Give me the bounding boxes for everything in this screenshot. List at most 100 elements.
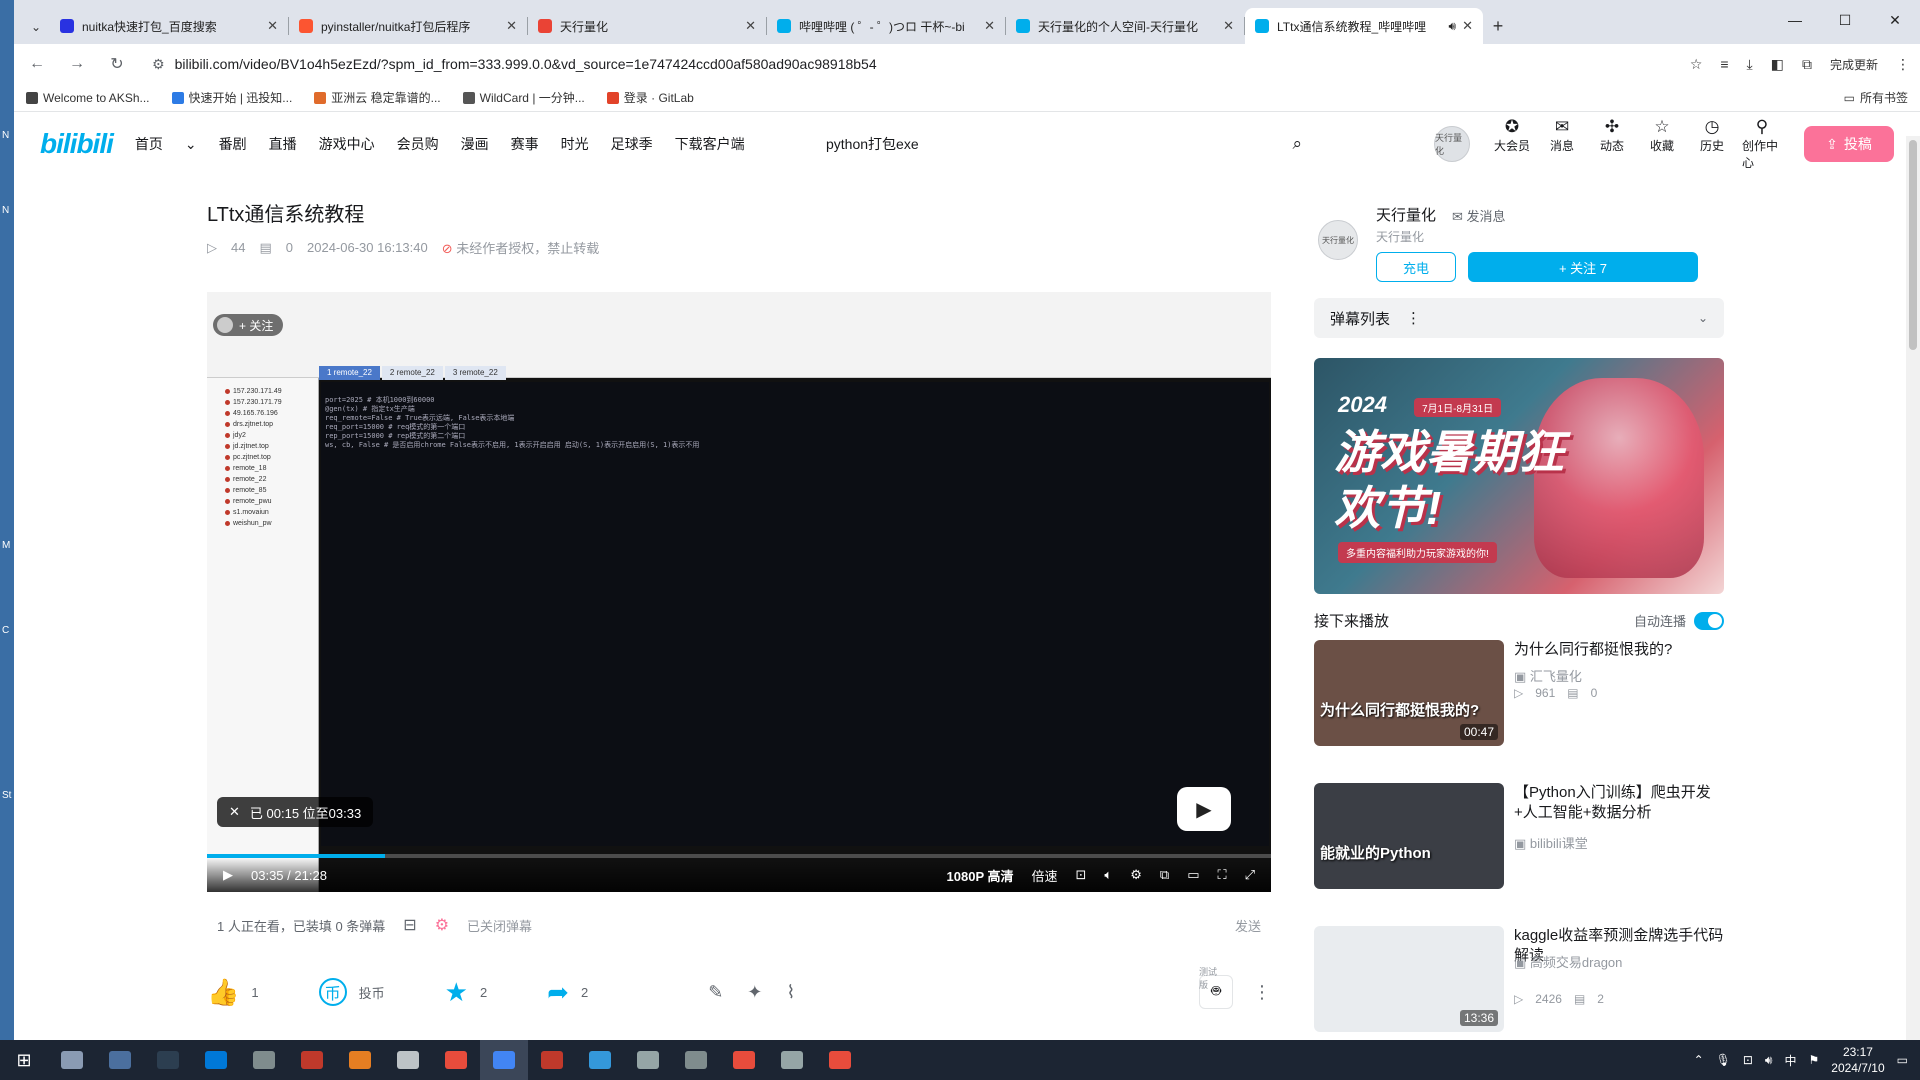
taskbar-app-icon[interactable] <box>768 1040 816 1080</box>
avatar[interactable]: 天行量化 <box>1434 126 1470 162</box>
tab-close-icon[interactable]: ✕ <box>984 18 995 34</box>
quality-button[interactable]: 1080P 高清 <box>947 866 1014 885</box>
video-thumbnail[interactable]: 能就业的Python <box>1314 783 1504 889</box>
forward-icon[interactable]: → <box>64 51 90 77</box>
danmaku-list-header[interactable]: 弹幕列表 ⋮ ⌄ <box>1314 298 1724 338</box>
sidepanel-icon[interactable]: ◧ <box>1771 56 1784 73</box>
bookmark-item[interactable]: 亚洲云 稳定靠谱的... <box>314 89 441 106</box>
tab-close-icon[interactable]: ✕ <box>506 18 517 34</box>
audio-icon[interactable]: 🔊︎ <box>1449 19 1457 34</box>
fullscreen-icon[interactable]: ⤢ <box>1245 867 1255 883</box>
all-bookmarks-button[interactable]: ▭ 所有书签 <box>1844 89 1908 106</box>
video-thumbnail[interactable]: 13:36 <box>1314 926 1504 1032</box>
send-message-link[interactable]: ✉ 发消息 <box>1452 206 1506 225</box>
chevron-down-icon[interactable]: ⌄ <box>1698 311 1708 325</box>
nav-item[interactable]: 首页 <box>135 134 163 154</box>
uploader-avatar[interactable]: 天行量化 <box>1318 220 1358 260</box>
page-scrollbar[interactable] <box>1906 136 1920 1040</box>
report-icon[interactable]: ⌇ <box>786 982 795 1003</box>
minimize-icon[interactable]: — <box>1770 0 1820 40</box>
collect-button[interactable]: ★ 2 <box>445 977 488 1008</box>
tab-close-icon[interactable]: ✕ <box>1223 18 1234 34</box>
site-info-icon[interactable]: ⚙ <box>152 56 165 73</box>
tray-expand-icon[interactable]: ⌃ <box>1694 1053 1704 1067</box>
nav-item[interactable]: 赛事 <box>511 134 539 154</box>
player-follow-chip[interactable]: + 关注 <box>213 314 284 336</box>
video-author[interactable]: ▣ 高频交易dragon <box>1514 952 1622 971</box>
taskbar-app-icon[interactable] <box>720 1040 768 1080</box>
volume-tray-icon[interactable]: 🔊︎ <box>1765 1053 1773 1068</box>
notification-center-icon[interactable]: ▭ <box>1897 1053 1908 1067</box>
windows-start-icon[interactable]: ⊞ <box>0 1040 48 1080</box>
clock[interactable]: 23:17 2024/7/10 <box>1831 1044 1884 1076</box>
notification-app-icon[interactable]: ⚑ <box>1809 1053 1820 1067</box>
bookmark-item[interactable]: WildCard | 一分钟... <box>462 89 585 106</box>
taskbar-app-icon[interactable] <box>528 1040 576 1080</box>
tab-search-button[interactable]: ⌄ <box>22 10 50 44</box>
upload-button[interactable]: ⇪ 投稿 <box>1804 126 1894 162</box>
share-button[interactable]: ➦ 2 <box>547 977 588 1008</box>
uploader-name[interactable]: 天行量化 <box>1376 204 1436 225</box>
pin-icon[interactable]: ✦ <box>747 982 762 1003</box>
taskbar-app-icon[interactable] <box>576 1040 624 1080</box>
nav-item[interactable]: 会员购 <box>397 134 439 154</box>
bookmark-star-icon[interactable]: ☆ <box>1690 56 1703 73</box>
url-field[interactable]: ⚙ bilibili.com/video/BV1o4h5ezEzd/?spm_i… <box>144 48 1676 80</box>
bilibili-logo[interactable]: bilibili <box>40 128 114 160</box>
volume-icon[interactable]: 🔈︎ <box>1104 867 1112 883</box>
tab-close-icon[interactable]: ✕ <box>1462 18 1473 34</box>
play-icon[interactable]: ▶ <box>223 867 233 883</box>
profile-update-button[interactable]: 完成更新 <box>1830 56 1878 73</box>
subtitle-icon[interactable]: ⊡ <box>1076 867 1087 883</box>
nav-item[interactable]: 番剧 <box>219 134 247 154</box>
taskbar-app-icon[interactable] <box>432 1040 480 1080</box>
taskbar-app-icon[interactable] <box>144 1040 192 1080</box>
bookmark-item[interactable]: Welcome to AKSh... <box>26 89 150 106</box>
browser-tab[interactable]: 天行量化 ✕ <box>528 8 766 44</box>
taskbar-app-icon[interactable] <box>192 1040 240 1080</box>
recommended-video[interactable]: 13:36 kaggle收益率预测金牌选手代码解读 ▣ 高频交易dragon ▷ 242… <box>1314 926 1734 1032</box>
browser-tab[interactable]: pyinstaller/nuitka打包后程序 ✕ <box>289 8 527 44</box>
danmaku-toggle-icon[interactable]: ⊟ <box>403 915 416 935</box>
reload-icon[interactable]: ↻ <box>104 51 130 77</box>
header-item-creator[interactable]: ⚲ 创作中心 <box>1742 117 1782 171</box>
follow-button[interactable]: + 关注 7 <box>1468 252 1698 282</box>
new-tab-button[interactable]: + <box>1483 8 1513 44</box>
danmaku-list-menu-icon[interactable]: ⋮ <box>1406 309 1421 327</box>
nav-item[interactable]: 下载客户端 <box>675 134 745 154</box>
recommended-video[interactable]: 为什么同行都挺恨我的? 00:47 为什么同行都挺恨我的? ▣ 汇飞量化 ▷ 961 ▤ 0 <box>1314 640 1734 746</box>
reading-list-icon[interactable]: ≡ <box>1720 56 1728 72</box>
menu-dots-icon[interactable]: ⋮ <box>1896 56 1910 73</box>
taskbar-app-icon[interactable] <box>336 1040 384 1080</box>
browser-tab[interactable]: nuitka快速打包_百度搜索 ✕ <box>50 8 288 44</box>
extensions-icon[interactable]: ⧉ <box>1802 56 1812 73</box>
play-overlay-button[interactable]: ▶ <box>1177 787 1231 831</box>
video-author[interactable]: ▣ bilibili课堂 <box>1514 833 1588 852</box>
search-icon[interactable]: ⌕ <box>1292 134 1302 154</box>
more-icon[interactable]: ⋮ <box>1253 982 1271 1003</box>
video-author[interactable]: ▣ 汇飞量化 <box>1514 666 1582 685</box>
bookmark-item[interactable]: 快速开始 | 迅投知... <box>171 89 292 106</box>
header-item-history[interactable]: ◷ 历史 <box>1692 117 1732 171</box>
taskbar-app-icon[interactable] <box>288 1040 336 1080</box>
nav-item[interactable]: 足球季 <box>611 134 653 154</box>
browser-tab[interactable]: 哔哩哔哩 ( ゜- ゜)つロ 干杯~-bi ✕ <box>767 8 1005 44</box>
recommended-video[interactable]: 能就业的Python 【Python入门训练】爬虫开发+人工智能+数据分析 ▣ bi… <box>1314 783 1734 889</box>
taskbar-app-icon[interactable] <box>672 1040 720 1080</box>
webfullscreen-icon[interactable]: ⛶ <box>1217 867 1226 883</box>
close-toast-icon[interactable]: ✕ <box>229 804 240 820</box>
scroll-thumb[interactable] <box>1909 140 1917 350</box>
download-icon[interactable]: ⤓ <box>1747 56 1753 73</box>
danmaku-settings-icon[interactable]: ⚙ <box>435 915 449 935</box>
video-title-link[interactable]: 为什么同行都挺恨我的? <box>1514 640 1729 660</box>
video-player[interactable]: + 关注 1 remote_22 2 remote_22 3 remote_22 1… <box>207 292 1271 892</box>
maximize-icon[interactable]: ☐ <box>1820 0 1870 40</box>
nav-item[interactable]: 直播 <box>269 134 297 154</box>
speed-button[interactable]: 倍速 <box>1032 866 1058 885</box>
tab-close-icon[interactable]: ✕ <box>745 18 756 34</box>
ime-indicator[interactable]: 中 <box>1784 1052 1796 1069</box>
nav-item[interactable]: 漫画 <box>461 134 489 154</box>
widescreen-icon[interactable]: ▭ <box>1187 867 1199 883</box>
header-item-vip[interactable]: ✪ 大会员 <box>1492 117 1532 171</box>
browser-tab[interactable]: 天行量化的个人空间-天行量化 ✕ <box>1006 8 1244 44</box>
